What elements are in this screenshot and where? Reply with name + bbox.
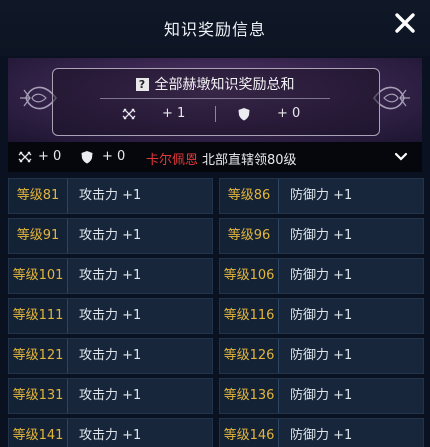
reward-effect: 攻击力 +1 bbox=[79, 348, 142, 363]
reward-row: 等级121 攻击力 +1 等级126 防御力 +1 bbox=[8, 338, 424, 374]
reward-effect: 防御力 +1 bbox=[290, 188, 353, 203]
reward-effect: 防御力 +1 bbox=[290, 228, 353, 243]
reward-row: 等级111 攻击力 +1 等级116 防御力 +1 bbox=[8, 298, 424, 334]
region-summary-row[interactable]: + 0 + 0 卡尔佩恩 北部直辖领80级 bbox=[8, 142, 422, 172]
reward-effect: 攻击力 +1 bbox=[79, 268, 142, 283]
banner-divider bbox=[100, 98, 330, 99]
knowledge-total-banner: ? 全部赫墩知识奖励总和 + 1 + 0 bbox=[8, 58, 422, 142]
reward-row: 等级91 攻击力 +1 等级96 防御力 +1 bbox=[8, 218, 424, 254]
banner-defense-value: + 0 bbox=[277, 106, 301, 121]
reward-effect: 防御力 +1 bbox=[290, 308, 353, 323]
reward-cell-attack: 等级101 攻击力 +1 bbox=[8, 258, 213, 294]
reward-cell-attack: 等级91 攻击力 +1 bbox=[8, 218, 213, 254]
shield-icon bbox=[81, 151, 93, 164]
reward-cell-defense: 等级116 防御力 +1 bbox=[219, 298, 424, 334]
reward-cell-defense: 等级106 防御力 +1 bbox=[219, 258, 424, 294]
shield-icon bbox=[238, 108, 250, 121]
reward-cell-defense: 等级86 防御力 +1 bbox=[219, 178, 424, 214]
level-label: 等级126 bbox=[220, 339, 279, 373]
crossed-swords-icon bbox=[18, 151, 32, 163]
banner-attack-value: + 1 bbox=[162, 106, 186, 121]
reward-cell-defense: 等级126 防御力 +1 bbox=[219, 338, 424, 374]
title-bar: 知识奖励信息 bbox=[0, 0, 430, 56]
banner-title-row: ? 全部赫墩知识奖励总和 bbox=[60, 74, 370, 94]
level-label: 等级116 bbox=[220, 299, 279, 333]
reward-effect: 攻击力 +1 bbox=[79, 228, 142, 243]
reward-effect: 防御力 +1 bbox=[290, 428, 353, 443]
reward-list[interactable]: 等级81 攻击力 +1 等级86 防御力 +1 等级91 攻击力 +1 等级96 防御力… bbox=[8, 178, 424, 447]
close-icon[interactable] bbox=[394, 12, 416, 34]
reward-cell-defense: 等级136 防御力 +1 bbox=[219, 378, 424, 414]
summary-defense-value: + 0 bbox=[102, 149, 126, 164]
region-name-rest: 北部直辖领80级 bbox=[202, 153, 297, 168]
level-label: 等级106 bbox=[220, 259, 279, 293]
banner-stats: + 1 + 0 bbox=[100, 102, 330, 126]
level-label: 等级141 bbox=[9, 419, 68, 447]
level-label: 等级146 bbox=[220, 419, 279, 447]
reward-cell-attack: 等级111 攻击力 +1 bbox=[8, 298, 213, 334]
reward-effect: 攻击力 +1 bbox=[79, 308, 142, 323]
crossed-swords-icon bbox=[122, 108, 136, 120]
level-label: 等级136 bbox=[220, 379, 279, 413]
summary-attack-value: + 0 bbox=[38, 149, 62, 164]
level-label: 等级96 bbox=[220, 219, 279, 253]
chevron-down-icon[interactable] bbox=[394, 150, 408, 164]
question-icon[interactable]: ? bbox=[135, 78, 149, 91]
reward-effect: 防御力 +1 bbox=[290, 268, 353, 283]
reward-row: 等级81 攻击力 +1 等级86 防御力 +1 bbox=[8, 178, 424, 214]
reward-cell-defense: 等级96 防御力 +1 bbox=[219, 218, 424, 254]
reward-effect: 防御力 +1 bbox=[290, 388, 353, 403]
level-label: 等级86 bbox=[220, 179, 279, 213]
level-label: 等级101 bbox=[9, 259, 68, 293]
level-label: 等级121 bbox=[9, 339, 68, 373]
reward-effect: 攻击力 +1 bbox=[79, 388, 142, 403]
level-label: 等级81 bbox=[9, 179, 68, 213]
reward-cell-attack: 等级81 攻击力 +1 bbox=[8, 178, 213, 214]
page-title: 知识奖励信息 bbox=[163, 20, 266, 39]
reward-effect: 防御力 +1 bbox=[290, 348, 353, 363]
reward-cell-attack: 等级131 攻击力 +1 bbox=[8, 378, 213, 414]
reward-row: 等级141 攻击力 +1 等级146 防御力 +1 bbox=[8, 418, 424, 447]
region-name-highlight: 卡尔佩恩 bbox=[146, 153, 199, 168]
reward-row: 等级131 攻击力 +1 等级136 防御力 +1 bbox=[8, 378, 424, 414]
reward-effect: 攻击力 +1 bbox=[79, 188, 142, 203]
reward-cell-attack: 等级141 攻击力 +1 bbox=[8, 418, 213, 447]
level-label: 等级111 bbox=[9, 299, 68, 333]
reward-cell-attack: 等级121 攻击力 +1 bbox=[8, 338, 213, 374]
reward-effect: 攻击力 +1 bbox=[79, 428, 142, 443]
reward-row: 等级101 攻击力 +1 等级106 防御力 +1 bbox=[8, 258, 424, 294]
banner-defense-stat: + 0 bbox=[215, 102, 330, 126]
reward-cell-defense: 等级146 防御力 +1 bbox=[219, 418, 424, 447]
banner-attack-stat: + 1 bbox=[100, 102, 215, 126]
level-label: 等级91 bbox=[9, 219, 68, 253]
level-label: 等级131 bbox=[9, 379, 68, 413]
banner-title: 全部赫墩知识奖励总和 bbox=[154, 77, 295, 93]
